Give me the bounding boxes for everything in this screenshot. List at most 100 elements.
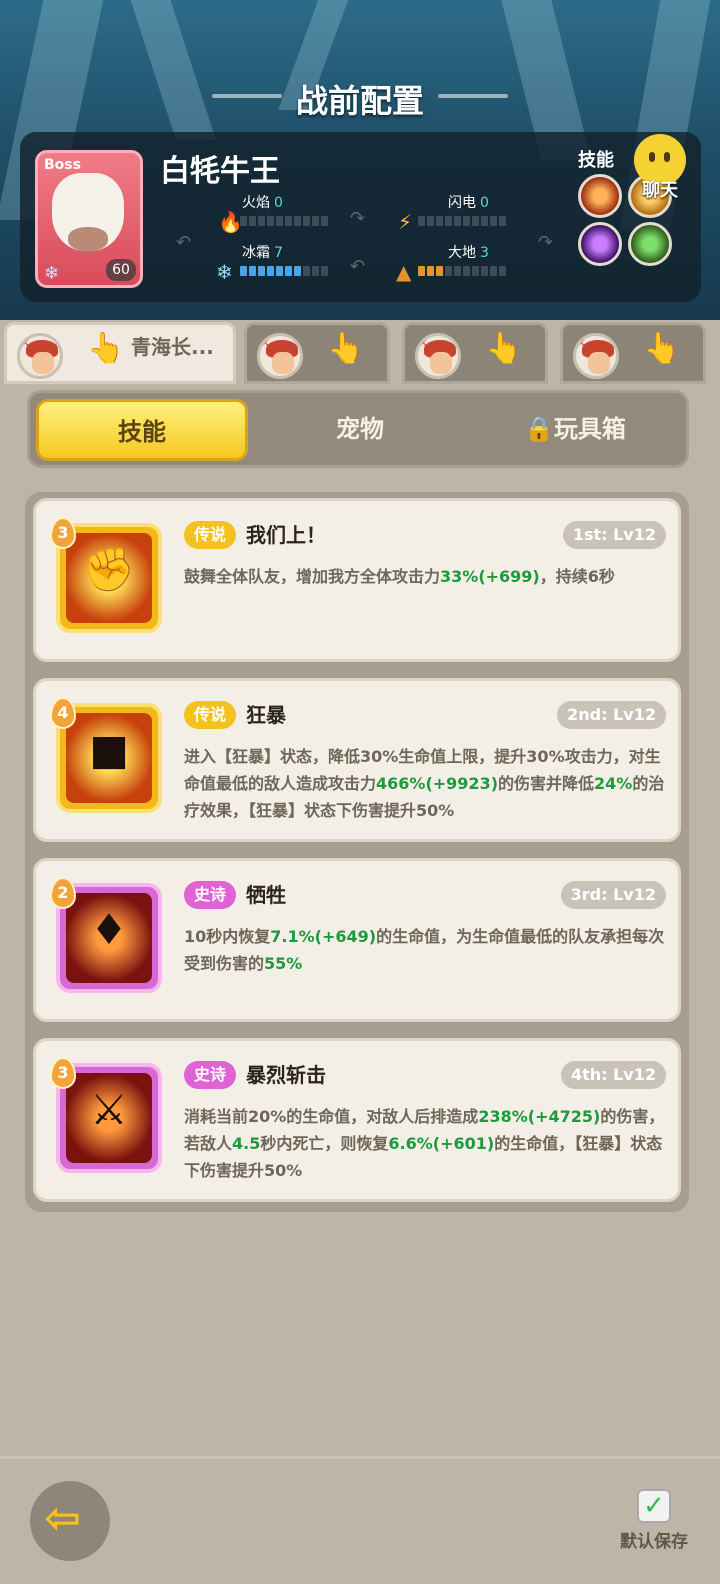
skill-card-1[interactable]: ✊ 3 传说 我们上！ 1st: Lv12 鼓舞全体队友，增加我方全体攻击力33…	[33, 498, 681, 662]
bar-segment	[285, 266, 292, 276]
lightning-element: 闪电 0	[448, 192, 489, 212]
skill-name: 暴烈斩击	[246, 1063, 326, 1087]
bar-segment	[499, 216, 506, 226]
skill-slot-level: 1st: Lv12	[562, 521, 666, 549]
earth-icon: ▲	[396, 260, 412, 284]
bar-segment	[490, 266, 497, 276]
skill-badge: 2	[50, 877, 76, 909]
bar-segment	[240, 216, 247, 226]
swap-arrow-icon: ↷	[538, 232, 554, 253]
skill-card-3[interactable]: ♦ 2 史诗 牺牲 3rd: Lv12 10秒内恢复7.1%(+649)的生命值…	[33, 858, 681, 1022]
hero-tab-3[interactable]: ✕ 👆	[402, 322, 548, 384]
boss-panel: Boss ❄ 60 白牦牛王 🔥 火焰 0 ↷ ↶ ↶ ↷ ⚡ 闪电 0 ❄ 冰霜 7…	[20, 132, 701, 302]
hero-avatar: ✕	[257, 333, 303, 379]
skill-description: 消耗当前20%的生命值，对敌人后排造成238%(+4725)的伤害，若敌人4.5…	[184, 1107, 665, 1180]
bar-segment	[427, 266, 434, 276]
lightning-label: 闪电	[448, 195, 476, 211]
bar-segment	[240, 266, 247, 276]
tab-toybox[interactable]: 🔒玩具箱	[470, 399, 680, 461]
bar-segment	[472, 216, 479, 226]
tab-toybox-label: 玩具箱	[553, 415, 626, 443]
skill-slot-level: 4th: Lv12	[560, 1061, 666, 1089]
boss-skill-icon[interactable]	[628, 222, 672, 266]
earth-label: 大地	[448, 245, 476, 261]
bar-segment	[321, 216, 328, 226]
bar-segment	[258, 216, 265, 226]
sacrifice-icon: ♦	[90, 905, 128, 954]
lock-icon: 🔒	[524, 415, 554, 443]
boss-skills-label: 技能	[578, 150, 614, 171]
bar-segment	[418, 266, 425, 276]
bar-segment	[285, 216, 292, 226]
fire-element: 火焰 0	[242, 192, 283, 212]
bar-segment	[490, 216, 497, 226]
tap-hand-icon: 👆	[327, 331, 365, 366]
hero-tab-1[interactable]: ✕ 👆 青海长...	[4, 322, 236, 384]
earth-element: 大地 3	[448, 242, 489, 262]
frost-element-icon: ❄	[44, 263, 60, 284]
hero-tabs: ✕ 👆 青海长... ✕ 👆 ✕ 👆 ✕ 👆	[0, 318, 720, 384]
skill-list: ✊ 3 传说 我们上！ 1st: Lv12 鼓舞全体队友，增加我方全体攻击力33…	[25, 492, 689, 1212]
skill-description: 10秒内恢复7.1%(+649)的生命值，为生命值最低的队友承担每次受到伤害的5…	[184, 927, 665, 973]
bar-segment	[303, 266, 310, 276]
tab-pets[interactable]: 宠物	[260, 399, 460, 461]
hero-tab-2[interactable]: ✕ 👆	[244, 322, 390, 384]
skill-name: 牺牲	[246, 883, 286, 907]
bar-segment	[321, 266, 328, 276]
back-button[interactable]: ⇦	[30, 1481, 110, 1561]
skill-card-4[interactable]: ⚔ 3 史诗 暴烈斩击 4th: Lv12 消耗当前20%的生命值，对敌人后排造…	[33, 1038, 681, 1202]
chat-button[interactable]: 聊天	[626, 134, 698, 206]
bar-segment	[499, 266, 506, 276]
tab-skills[interactable]: 技能	[36, 399, 248, 461]
bar-segment	[445, 266, 452, 276]
swap-arrow-icon: ↶	[350, 256, 366, 277]
rarity-badge: 传说	[184, 701, 237, 729]
frost-element: 冰霜 7	[242, 242, 283, 262]
bar-segment	[276, 216, 283, 226]
boss-skill-icon[interactable]	[578, 222, 622, 266]
default-save-label: 默认保存	[620, 1532, 688, 1552]
skill-badge: 3	[50, 517, 76, 549]
bar-segment	[418, 216, 425, 226]
bar-segment	[481, 266, 488, 276]
frost-value: 7	[274, 245, 283, 261]
swap-arrow-icon: ↷	[350, 208, 366, 229]
bar-segment	[454, 216, 461, 226]
skill-card-2[interactable]: ■ 4 传说 狂暴 2nd: Lv12 进入【狂暴】状态，降低30%生命值上限，…	[33, 678, 681, 842]
frost-label: 冰霜	[242, 245, 270, 261]
bar-segment	[436, 266, 443, 276]
boss-tag: Boss	[44, 157, 81, 173]
boss-skill-icon[interactable]	[578, 174, 622, 218]
checkbox-checked-icon[interactable]: ✓	[637, 1489, 671, 1523]
charge-icon: ✊	[82, 545, 136, 594]
bar-segment	[294, 266, 301, 276]
bar-segment	[303, 216, 310, 226]
lightning-bar	[418, 216, 506, 226]
bar-segment	[267, 266, 274, 276]
back-arrow-icon: ⇦	[44, 1493, 81, 1544]
bar-segment	[481, 216, 488, 226]
skill-description: 进入【狂暴】状态，降低30%生命值上限，提升30%攻击力，对生命值最低的敌人造成…	[184, 747, 665, 820]
yak-snout	[68, 227, 108, 251]
default-save-toggle[interactable]: ✓ 默认保存	[614, 1489, 694, 1552]
tap-hand-icon: 👆	[485, 331, 523, 366]
frost-icon: ❄	[216, 260, 233, 284]
skill-slot-level: 2nd: Lv12	[557, 701, 666, 729]
earth-value: 3	[480, 245, 489, 261]
rarity-badge: 传说	[184, 521, 237, 549]
swap-arrow-icon: ↶	[176, 232, 192, 253]
skill-badge: 3	[50, 1057, 76, 1089]
bar-segment	[472, 266, 479, 276]
rarity-badge: 史诗	[184, 1061, 237, 1089]
hero-tab-4[interactable]: ✕ 👆	[560, 322, 706, 384]
bottom-bar: ⇦ ✓ 默认保存	[0, 1456, 720, 1584]
boss-portrait[interactable]: Boss ❄ 60	[35, 150, 143, 288]
bar-segment	[258, 266, 265, 276]
frost-bar	[240, 266, 328, 276]
hero-avatar: ✕	[573, 333, 619, 379]
lightning-value: 0	[480, 195, 489, 211]
hero-avatar: ✕	[415, 333, 461, 379]
skill-name: 我们上！	[246, 523, 326, 547]
bar-segment	[454, 266, 461, 276]
bar-segment	[436, 216, 443, 226]
